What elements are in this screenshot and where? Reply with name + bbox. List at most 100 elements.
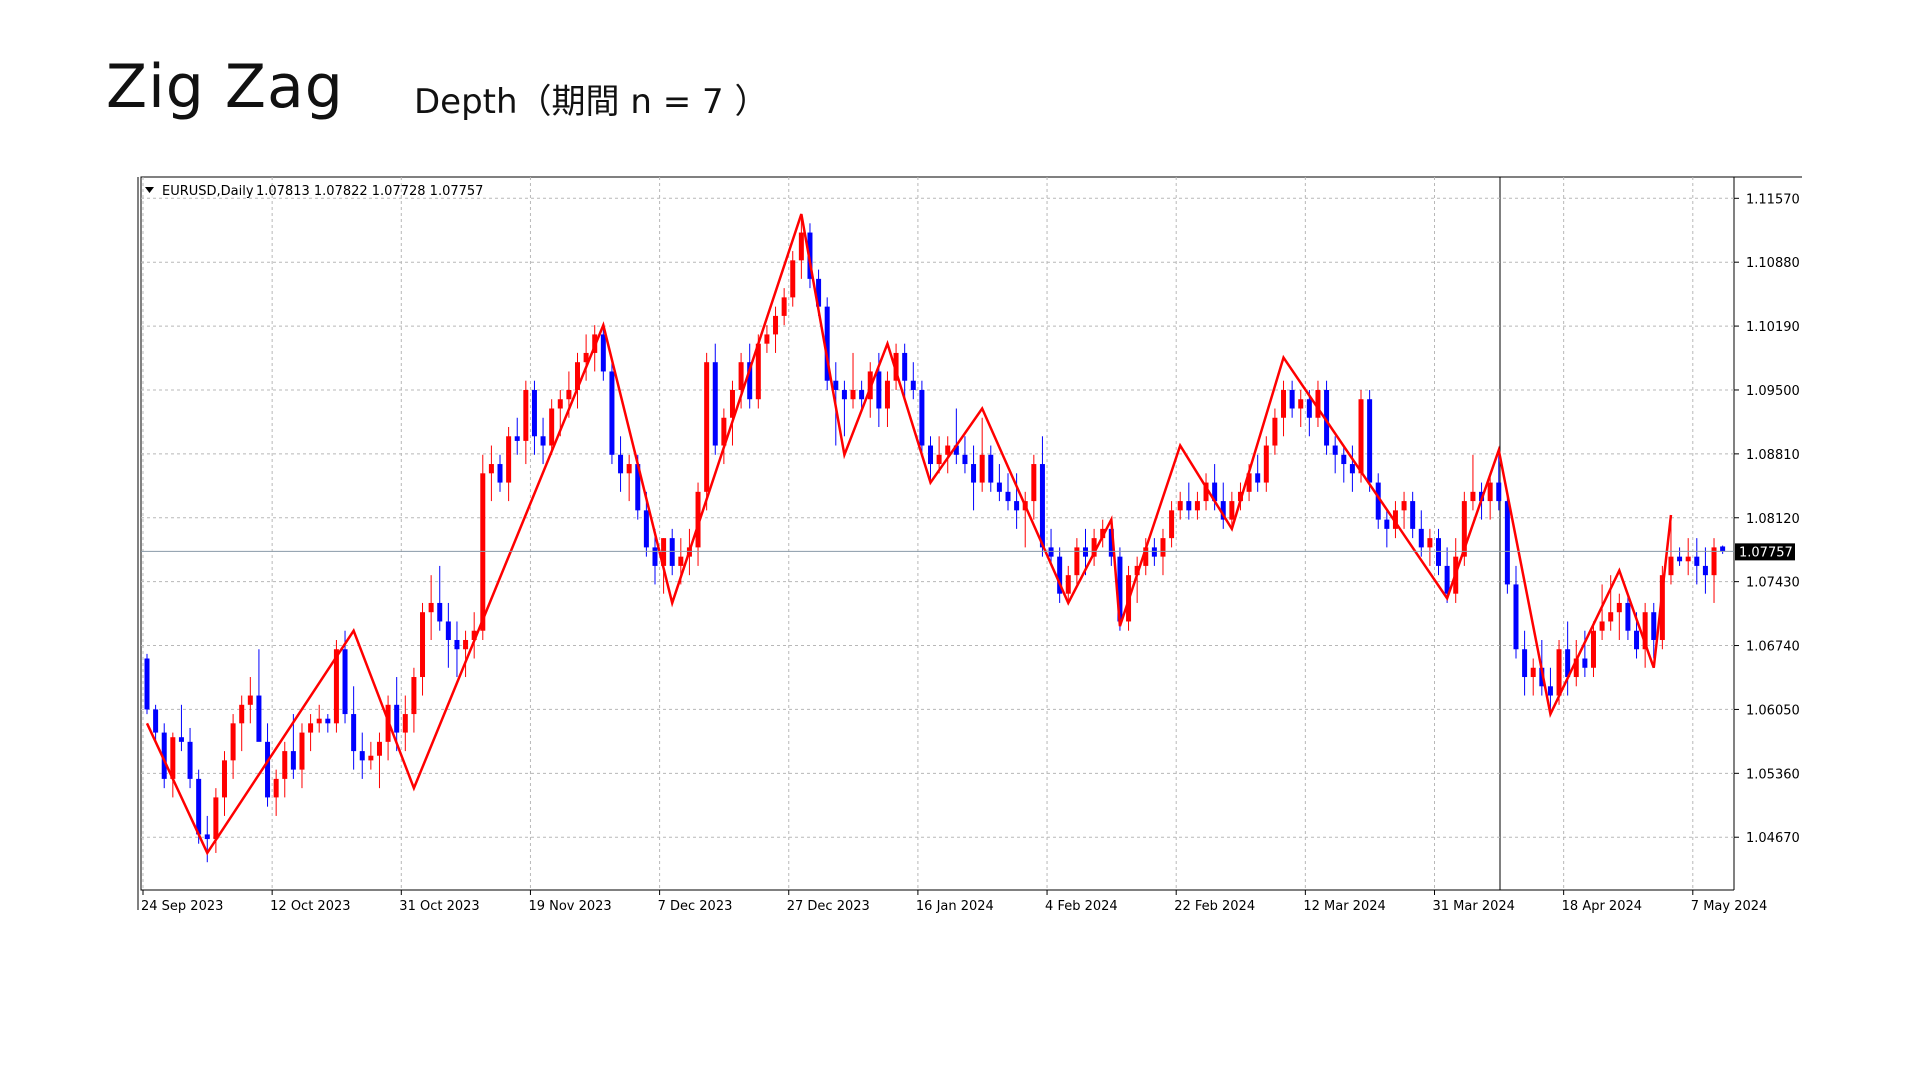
candle-body <box>273 778 279 798</box>
current-price-label: 1.07757 <box>1739 545 1793 560</box>
candle-body <box>988 454 994 483</box>
candle-body <box>962 454 968 465</box>
candle-body <box>480 473 486 631</box>
candle-body <box>213 797 219 840</box>
candle-body <box>299 732 305 770</box>
candle-body <box>1289 389 1295 409</box>
candle-body <box>884 380 890 409</box>
candle-body <box>1065 575 1071 594</box>
candle-body <box>876 371 882 409</box>
x-tick-label: 16 Jan 2024 <box>916 899 994 914</box>
candle-body <box>704 362 710 492</box>
candle-body <box>1332 445 1338 455</box>
candle-body <box>1418 528 1424 548</box>
candle-body <box>256 695 262 742</box>
candle-body <box>153 709 159 733</box>
candle-body <box>928 445 934 465</box>
y-tick-label: 1.10880 <box>1746 256 1800 271</box>
candle-body <box>600 334 606 372</box>
candle-body <box>841 389 847 400</box>
candle-body <box>239 704 245 724</box>
candle-body <box>428 602 434 613</box>
candle-body <box>1720 546 1726 552</box>
y-tick-label: 1.08120 <box>1746 512 1800 527</box>
candle-body <box>1186 501 1192 511</box>
candle-body <box>712 362 718 446</box>
candle-body <box>308 723 314 733</box>
candle-body <box>204 834 210 840</box>
candle-body <box>1048 547 1054 557</box>
candle-body <box>1513 584 1519 650</box>
y-tick-label: 1.11570 <box>1746 192 1800 207</box>
candle-body <box>1358 399 1364 474</box>
candle-body <box>290 751 296 770</box>
candle-body <box>1005 491 1011 502</box>
candle-body <box>463 639 469 650</box>
candle-body <box>781 297 787 316</box>
candle-body <box>1194 501 1200 511</box>
x-tick-label: 19 Nov 2023 <box>528 899 611 914</box>
candle-body <box>351 714 357 752</box>
x-tick-label: 7 May 2024 <box>1691 899 1768 914</box>
candle-body <box>376 741 382 756</box>
x-tick-label: 4 Feb 2024 <box>1045 899 1118 914</box>
candle-body <box>1487 482 1493 502</box>
candle-body <box>790 260 796 298</box>
candle-body <box>1384 519 1390 529</box>
candle-body <box>540 436 546 446</box>
candle-body <box>618 454 624 474</box>
candle-body <box>902 352 908 381</box>
candle-body <box>411 677 417 715</box>
candle-body <box>1082 547 1088 557</box>
ohlc-label: 1.07813 1.07822 1.07728 1.07757 <box>256 184 483 199</box>
candle-body <box>1263 445 1269 483</box>
candle-body <box>910 380 916 390</box>
time-axis: 24 Sep 2023 12 Oct 2023 31 Oct 2023 19 Nov … <box>141 890 1767 914</box>
chart-container: 1.11570 1.10880 1.10190 1.09500 1.08810 1.081… <box>0 0 1920 1080</box>
y-tick-label: 1.04670 <box>1746 831 1800 846</box>
candle-body <box>1169 510 1175 539</box>
candle-body <box>1341 454 1347 465</box>
candle-body <box>643 510 649 548</box>
candle-body <box>1651 612 1657 640</box>
candle-body <box>178 737 184 742</box>
candle-body <box>230 723 236 761</box>
candle-body <box>979 454 985 483</box>
y-tick-label: 1.06050 <box>1746 703 1800 718</box>
candle-body <box>1436 538 1441 566</box>
candle-body <box>1255 473 1261 483</box>
candle-body <box>1401 501 1407 511</box>
candle-body <box>919 389 925 446</box>
y-tick-label: 1.07430 <box>1746 576 1800 591</box>
x-tick-label: 18 Apr 2024 <box>1562 899 1642 914</box>
y-tick-label: 1.08810 <box>1746 448 1800 463</box>
candle-body <box>738 362 744 390</box>
candlestick-chart[interactable]: 1.11570 1.10880 1.10190 1.09500 1.08810 1.081… <box>0 0 1920 1080</box>
candle-body <box>1281 389 1287 418</box>
candle-body <box>359 751 365 761</box>
candle-body <box>1590 630 1596 668</box>
price-axis: 1.11570 1.10880 1.10190 1.09500 1.08810 1.081… <box>1734 192 1800 846</box>
candle-body <box>506 436 512 483</box>
candle-body <box>996 482 1002 492</box>
candle-body <box>859 389 865 400</box>
candle-body <box>1599 621 1605 631</box>
candle-body <box>1410 501 1416 529</box>
candle-body <box>1582 658 1588 668</box>
candle-body <box>1504 501 1510 585</box>
candle-body <box>497 464 503 483</box>
candle-body <box>833 380 839 390</box>
candle-body <box>1014 501 1020 511</box>
candle-body <box>265 741 271 798</box>
candle-body <box>342 649 348 715</box>
candle-body <box>488 464 494 474</box>
symbol-label: EURUSD,Daily <box>162 184 254 199</box>
candle-body <box>247 695 253 705</box>
candle-body <box>445 621 451 640</box>
candle-body <box>1556 649 1562 696</box>
x-tick-label: 31 Mar 2024 <box>1433 899 1515 914</box>
candle-body <box>1298 399 1304 409</box>
candle-body <box>402 714 408 733</box>
candle-body <box>1470 491 1476 502</box>
candle-body <box>454 639 460 650</box>
